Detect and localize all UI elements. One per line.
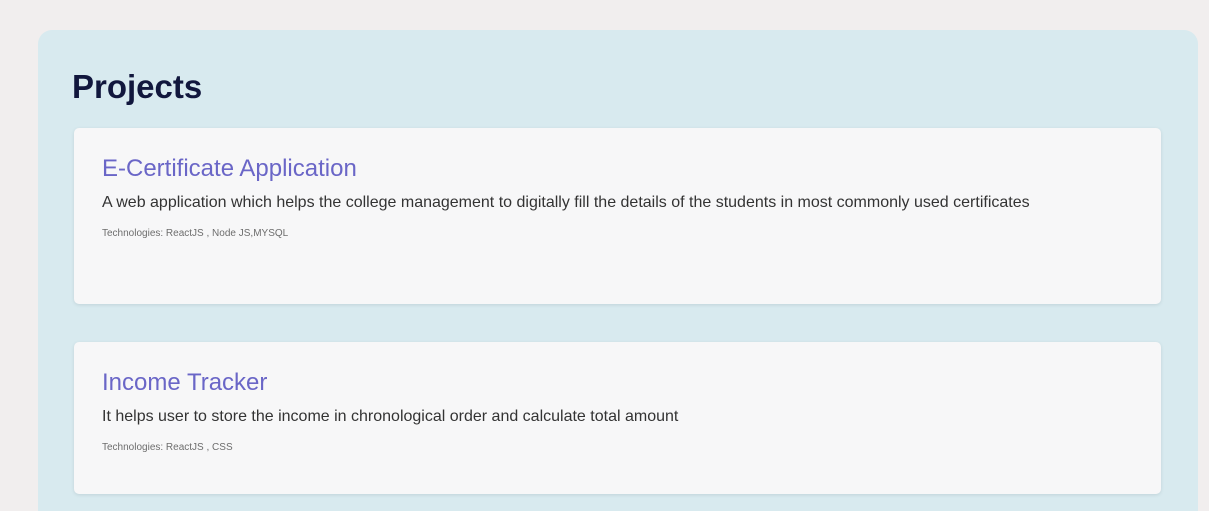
section-title: Projects [72,68,203,105]
page: Projects E-Certificate Application A web… [0,0,1209,511]
project-card: E-Certificate Application A web applicat… [74,128,1161,304]
project-title: Income Tracker [102,369,268,396]
project-description: A web application which helps the colleg… [102,194,1030,211]
project-technologies: Technologies: ReactJS , Node JS,MYSQL [102,228,289,239]
project-description: It helps user to store the income in chr… [102,408,679,425]
project-title: E-Certificate Application [102,155,357,182]
project-card: Income Tracker It helps user to store th… [74,342,1161,494]
project-technologies: Technologies: ReactJS , CSS [102,442,233,453]
projects-section: Projects E-Certificate Application A web… [38,30,1198,511]
